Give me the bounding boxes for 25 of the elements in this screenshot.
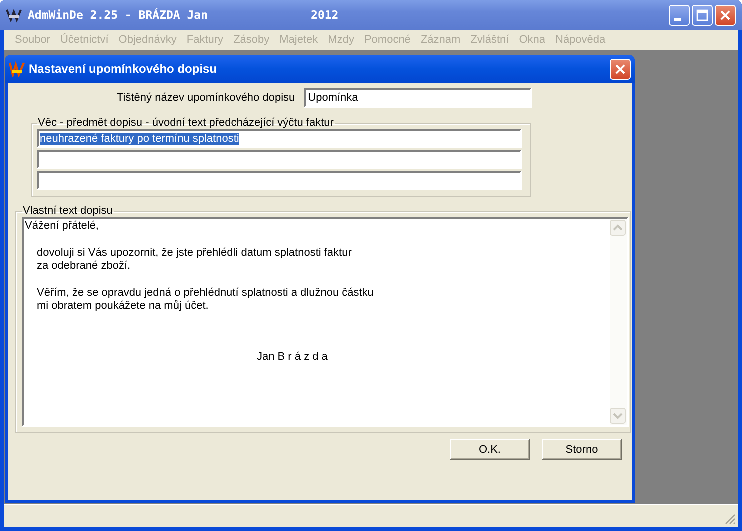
window-year: 2012: [311, 8, 339, 22]
letter-paragraph: dovoluji si Vás upozornit, že jste přehlédli datum splatnosti faktur za odebrané zboží.: [36, 247, 353, 273]
maximize-button[interactable]: [692, 4, 713, 26]
close-button[interactable]: [610, 58, 631, 80]
close-button[interactable]: [715, 4, 736, 26]
letter-paragraph: Jan B r á z d a: [256, 351, 329, 364]
subject-field[interactable]: neuhrazené faktury po termínu splatnosti: [37, 129, 522, 148]
cancel-button[interactable]: Storno: [542, 439, 622, 460]
resize-grip-icon[interactable]: [724, 513, 736, 525]
letter-paragraph: Vážení přátelé,: [25, 220, 100, 233]
dialog-title: Nastavení upomínkového dopisu: [29, 62, 218, 76]
field-label: Tištěný název upomínkového dopisu: [117, 92, 296, 104]
name-field[interactable]: Upomínka: [304, 88, 532, 108]
ok-button[interactable]: O.K.: [450, 439, 530, 460]
group-label: Věc - předmět dopisu - úvodní text předcházející výčtu faktur: [37, 117, 335, 129]
minimize-icon: [674, 18, 680, 21]
group-label: Vlastní text dopisu: [22, 205, 114, 217]
letter-text-area[interactable]: [22, 217, 629, 427]
window-title: AdmWinDe 2.25 - BRÁZDA Jan: [28, 8, 208, 22]
letter-paragraph: Věřím, že se opravdu jedná o přehlédnutí splatnosti a dlužnou částku mi obratem poukážete na můj účet.: [36, 287, 375, 313]
app-icon: [9, 61, 25, 77]
app-icon: [6, 7, 22, 23]
subject-field[interactable]: [37, 150, 522, 169]
subject-field[interactable]: [37, 171, 522, 190]
minimize-button[interactable]: [669, 4, 690, 26]
